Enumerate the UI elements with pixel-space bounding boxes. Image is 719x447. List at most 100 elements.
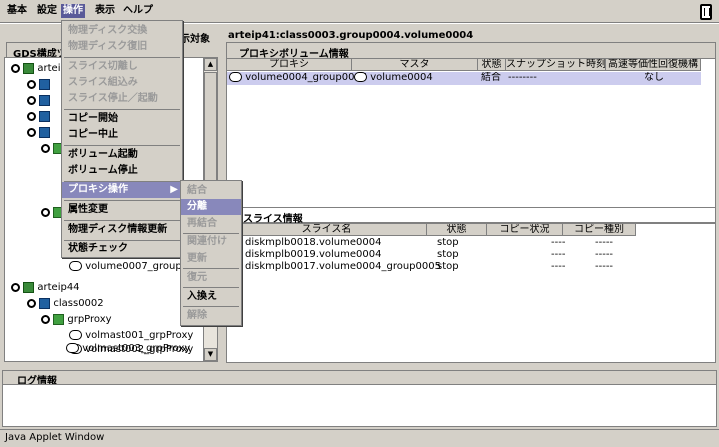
key-icon: [27, 127, 36, 137]
class-icon: [39, 297, 51, 309]
tree-volume-volmast001[interactable]: volmast001_grpProxy: [69, 329, 193, 343]
submenu-item-part[interactable]: 分離: [181, 199, 241, 215]
menu-item-copy-cancel[interactable]: コピー中止: [62, 127, 182, 143]
table-row[interactable]: diskmplb0017.volume0004_group0005 stop -…: [227, 261, 637, 273]
scroll-up-icon[interactable]: ▲: [204, 58, 217, 71]
menu-item-volume-start[interactable]: ボリューム起動: [62, 147, 182, 163]
menu-item-slice-attach[interactable]: スライス組込み: [62, 75, 182, 91]
operation-menu: 物理ディスク交換 物理ディスク復旧 スライス切離し スライス組込み スライス停止…: [61, 20, 183, 258]
cell-snapshot: --------: [508, 72, 537, 83]
tree-expand-1[interactable]: [27, 78, 51, 92]
tree-expand-3[interactable]: [27, 110, 51, 124]
col-status[interactable]: 状態: [478, 59, 506, 71]
menu-item-slice-stop-start[interactable]: スライス停止／起動: [62, 91, 182, 107]
class-icon: [39, 126, 51, 138]
col-snapshot[interactable]: スナップショット時刻: [506, 59, 606, 71]
submenu-item-join[interactable]: 結合: [181, 183, 241, 199]
cell-copy-type: -----: [595, 237, 614, 248]
scroll-down-icon[interactable]: ▼: [204, 348, 217, 361]
cell-copy-type: -----: [595, 261, 614, 272]
node-icon: [23, 62, 35, 74]
cell-proxy: volume0004_group0005: [229, 72, 367, 84]
menu-item-disk-swap[interactable]: 物理ディスク交換: [62, 23, 182, 39]
volume-path-title: arteip41:class0003.group0004.volume0004: [228, 30, 474, 41]
tree-expand-2[interactable]: [27, 94, 51, 108]
tree-group-label: grpProxy: [67, 314, 112, 325]
col-proxy[interactable]: プロキシ: [227, 59, 352, 71]
menu-item-disk-info-update[interactable]: 物理ディスク情報更新: [62, 222, 182, 238]
menu-separator: [64, 220, 180, 221]
menu-item-volume-stop[interactable]: ボリューム停止: [62, 163, 182, 179]
log-panel-header: ログ情報: [2, 370, 717, 387]
slice-table: スライス名 状態 コピー状況 コピー種別 diskmplb0018.volume…: [226, 223, 716, 363]
submenu-item-relate[interactable]: 関連付け: [181, 234, 241, 250]
node-icon: [23, 281, 35, 293]
key-icon: [41, 143, 50, 153]
cell-slice-name: diskmplb0019.volume0004: [245, 249, 382, 260]
tree-volume-volume0007[interactable]: volume0007_group00: [69, 260, 194, 274]
tree-group-grpproxy[interactable]: grpProxy: [41, 313, 112, 327]
menu-item-disk-restore[interactable]: 物理ディスク復旧: [62, 39, 182, 55]
menu-separator: [183, 268, 239, 269]
class-icon: [39, 110, 51, 122]
col-fast-recovery[interactable]: 高速等価性回復機構: [606, 59, 701, 71]
table-row[interactable]: diskmplb0018.volume0004 stop ---- -----: [227, 237, 637, 249]
tree-node-arteip41[interactable]: artei: [11, 62, 60, 76]
menu-item-status-check[interactable]: 状態チェック: [62, 241, 182, 257]
tree-volume-volmast003[interactable]: volmast003_grpProxy: [66, 342, 190, 356]
log-area[interactable]: [2, 384, 717, 427]
proxy-table: プロキシ マスタ 状態 スナップショット時刻 高速等価性回復機構 volume0…: [226, 58, 716, 223]
col-copy-status[interactable]: コピー状況: [487, 224, 563, 236]
submenu-item-rejoin[interactable]: 再結合: [181, 216, 241, 232]
menu-separator: [64, 200, 180, 201]
status-bar: Java Applet Window: [0, 429, 719, 447]
key-icon: [41, 314, 50, 324]
col-master[interactable]: マスタ: [352, 59, 478, 71]
menu-help[interactable]: ヘルプ: [121, 4, 155, 18]
key-icon: [27, 79, 36, 89]
tree-expand-4[interactable]: [27, 126, 51, 140]
menu-hyouji[interactable]: 表示: [93, 4, 117, 18]
submenu-item-swap[interactable]: 入換え: [181, 289, 241, 305]
cell-copy-status: ----: [551, 261, 566, 272]
menu-item-copy-start[interactable]: コピー開始: [62, 111, 182, 127]
cell-slice-status: stop: [437, 261, 459, 272]
col-copy-type[interactable]: コピー種別: [563, 224, 636, 236]
menu-sousa[interactable]: 操作: [61, 4, 85, 18]
key-icon: [11, 63, 20, 73]
trash-icon[interactable]: [700, 4, 712, 20]
menu-item-slice-detach[interactable]: スライス切離し: [62, 59, 182, 75]
volume-icon: [229, 72, 242, 82]
menu-bar: 基本 設定 操作 表示 ヘルプ: [0, 0, 719, 22]
col-slice-status[interactable]: 状態: [427, 224, 487, 236]
menu-settei[interactable]: 設定: [35, 4, 59, 18]
cell-slice-status: stop: [437, 249, 459, 260]
col-slice-name[interactable]: スライス名: [227, 224, 427, 236]
volume-icon: [66, 343, 79, 353]
cell-slice-name: diskmplb0017.volume0004_group0005: [245, 261, 441, 272]
group-icon: [53, 313, 65, 325]
menu-item-attr-change[interactable]: 属性変更: [62, 202, 182, 218]
volume-icon: [69, 261, 82, 271]
cell-proxy-text: volume0004_group0005: [245, 72, 368, 83]
tree-node-arteip44[interactable]: arteip44: [11, 281, 80, 295]
table-row[interactable]: volume0004_group0005 volume0004 結合 -----…: [227, 72, 701, 85]
cell-copy-status: ----: [551, 249, 566, 260]
proxy-submenu: 結合 分離 再結合 関連付け 更新 復元 入換え 解除: [180, 180, 242, 326]
tree-volume-label: volume0007_group00: [85, 261, 195, 272]
menu-separator: [64, 57, 180, 58]
menu-separator: [64, 145, 180, 146]
submenu-item-restore[interactable]: 復元: [181, 270, 241, 286]
menu-kihon[interactable]: 基本: [5, 4, 29, 18]
submenu-item-update[interactable]: 更新: [181, 251, 241, 267]
menu-separator: [64, 109, 180, 110]
submenu-arrow-icon: ▶: [170, 184, 178, 195]
cell-status: 結合: [481, 72, 501, 83]
left-panel-header-tail: 示対象: [180, 34, 210, 45]
tree-volume-label: volmast003_grpProxy: [82, 343, 191, 354]
tree-class-class0002[interactable]: class0002: [27, 297, 104, 311]
menu-separator: [183, 287, 239, 288]
menu-item-proxy-ops[interactable]: プロキシ操作 ▶: [62, 182, 182, 198]
submenu-item-release[interactable]: 解除: [181, 308, 241, 324]
table-row[interactable]: diskmplb0019.volume0004 stop ---- -----: [227, 249, 637, 261]
